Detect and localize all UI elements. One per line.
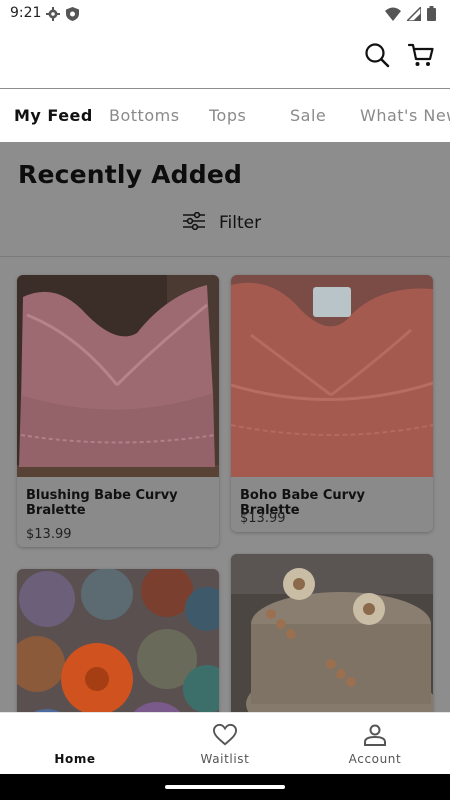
battery-icon <box>427 6 436 25</box>
nav-account-label: Account <box>348 752 402 766</box>
product-price: $13.99 <box>240 511 286 526</box>
wifi-icon <box>385 6 401 25</box>
tab-whats-new[interactable]: What's New <box>360 106 450 125</box>
product-image <box>17 275 219 477</box>
product-card[interactable] <box>231 554 433 712</box>
divider <box>0 256 450 257</box>
product-image <box>231 554 433 712</box>
cart-icon <box>407 42 434 72</box>
tab-sale[interactable]: Sale <box>290 106 326 125</box>
filter-button[interactable]: Filter <box>183 211 262 234</box>
section-title: Recently Added <box>18 160 243 189</box>
system-nav-bar <box>0 774 450 800</box>
tab-bottoms[interactable]: Bottoms <box>109 106 180 125</box>
product-image <box>231 275 433 477</box>
tab-tops[interactable]: Tops <box>209 106 246 125</box>
nav-home[interactable]: Home <box>0 713 150 775</box>
status-time: 9:21 <box>10 5 42 21</box>
nav-home-label: Home <box>54 752 96 766</box>
signal-icon <box>405 5 422 25</box>
search-button[interactable] <box>362 42 392 72</box>
category-tabs: My Feed Bottoms Tops Sale What's New <box>0 89 450 142</box>
status-bar: 9:21 <box>0 0 450 28</box>
home-gesture-pill[interactable] <box>165 785 285 789</box>
product-name: Blushing Babe Curvy Bralette <box>26 488 178 518</box>
settings-icon <box>46 6 60 25</box>
filter-label: Filter <box>219 213 262 233</box>
product-card[interactable]: Blushing Babe Curvy Bralette $13.99 <box>17 275 219 547</box>
product-card[interactable]: Boho Babe Curvy Bralette $13.99 <box>231 275 433 532</box>
nav-waitlist[interactable]: Waitlist <box>150 713 300 775</box>
account-icon <box>363 723 387 747</box>
app-header <box>0 28 450 88</box>
bottom-nav: Home Waitlist Account <box>0 712 450 775</box>
filter-icon <box>183 211 205 234</box>
cart-button[interactable] <box>406 42 436 72</box>
shield-icon <box>66 6 79 25</box>
product-image <box>17 569 219 712</box>
nav-waitlist-label: Waitlist <box>200 752 250 766</box>
search-icon <box>364 42 390 72</box>
nav-account[interactable]: Account <box>300 713 450 775</box>
content-area: Recently Added Filter Blushing Babe Curv… <box>0 142 450 712</box>
product-card[interactable] <box>17 569 219 712</box>
tab-my-feed[interactable]: My Feed <box>14 106 93 125</box>
heart-icon <box>213 723 237 747</box>
product-price: $13.99 <box>26 527 72 542</box>
